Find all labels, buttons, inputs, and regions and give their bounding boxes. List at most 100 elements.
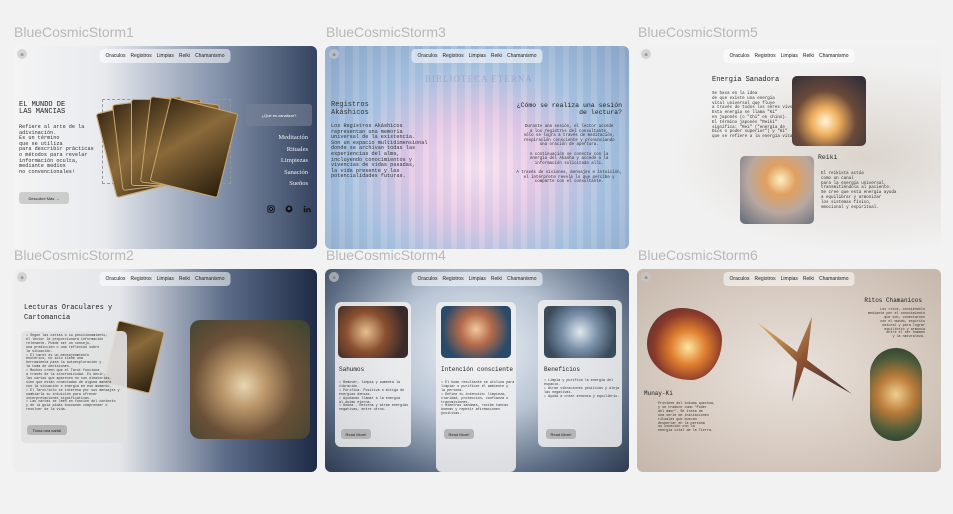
nav-limpias[interactable]: Limpias [781, 53, 798, 59]
nav-reiki[interactable]: Reiki [491, 276, 502, 282]
page-title: Registros Akáshicos [331, 101, 369, 117]
frame-label-4: BlueCosmicStorm4 [326, 247, 446, 263]
card-text: • Limpia y purifica la energía del espac… [544, 379, 620, 399]
munay-ki-text: Proviene del idioma quechua, y se traduc… [658, 402, 715, 434]
nav-limpias[interactable]: Limpias [469, 276, 486, 282]
top-nav: Oraculos Registros Limpias Reiki Chamani… [99, 272, 231, 286]
frame-bluecosmicstorm5[interactable]: ⊕ Oraculos Registros Limpias Reiki Chama… [637, 46, 941, 249]
frame-label-6: BlueCosmicStorm6 [638, 247, 758, 263]
library-watermark: BIBLIOTECA ETERNA [425, 74, 533, 84]
logo-icon[interactable]: ⊕ [17, 272, 27, 282]
nav-reiki[interactable]: Reiki [179, 276, 190, 282]
shaman-cross-image [757, 317, 852, 402]
link-sanacion[interactable]: Sanación [278, 167, 308, 179]
ritual-dance-image [870, 348, 922, 441]
nav-chamanismo[interactable]: Chamanismo [507, 276, 536, 282]
link-suenos[interactable]: Sueños [278, 178, 308, 190]
frame-bluecosmicstorm2[interactable]: ⊕ Oraculos Registros Limpias Reiki Chama… [13, 269, 317, 472]
github-icon[interactable] [285, 205, 293, 213]
card-beneficios: Beneficios • Limpia y purifica la energí… [538, 300, 622, 447]
session-text: Durante una sesión, el lector accede a l… [516, 125, 622, 185]
cartomancy-panel: • Según las cartas o su posicionamiento,… [21, 331, 127, 443]
nav-registros[interactable]: Registros [755, 276, 776, 282]
card-title: Sahumos [339, 366, 365, 373]
nav-oraculos[interactable]: Oraculos [418, 53, 438, 59]
nav-oraculos[interactable]: Oraculos [730, 53, 750, 59]
discover-button[interactable]: Descubre Más → [19, 192, 69, 204]
nav-limpias[interactable]: Limpias [157, 276, 174, 282]
nav-oraculos[interactable]: Oraculos [106, 53, 126, 59]
nav-registros[interactable]: Registros [131, 276, 152, 282]
link-rituales[interactable]: Rituales [278, 144, 308, 156]
read-more-button[interactable]: Read More! [444, 429, 474, 439]
munay-ki-title: Munay-Ki [644, 390, 673, 397]
page-title: Lecturas Oraculares y Cartomancia [24, 304, 113, 322]
shaman-fire-image [647, 308, 722, 380]
instagram-icon[interactable] [267, 205, 275, 213]
link-limpiezas[interactable]: Limpiezas [278, 155, 308, 167]
nav-chamanismo[interactable]: Chamanismo [819, 276, 848, 282]
card-sahumos: Sahumos • Remover, limpia y aumenta la v… [335, 302, 411, 447]
logo-icon[interactable]: ⊕ [329, 272, 339, 282]
card-text: • Remover, limpia y aumenta la vibración… [339, 381, 409, 413]
nav-registros[interactable]: Registros [755, 53, 776, 59]
card-text: • El humo resultante se utiliza para lim… [441, 381, 515, 417]
logo-icon[interactable]: ⊕ [641, 49, 651, 59]
top-nav: Oraculos Registros Limpias Reiki Chamani… [411, 272, 543, 286]
frame-bluecosmicstorm4[interactable]: ⊕ Oraculos Registros Limpias Reiki Chama… [325, 269, 629, 472]
read-more-button[interactable]: Read More! [546, 429, 576, 439]
frame-label-5: BlueCosmicStorm5 [638, 24, 758, 40]
nav-registros[interactable]: Registros [443, 276, 464, 282]
frame-label-2: BlueCosmicStorm2 [14, 247, 134, 263]
reiki-text-2: El reikista actúa como un canal para la … [821, 172, 897, 210]
nav-reiki[interactable]: Reiki [803, 53, 814, 59]
nav-registros[interactable]: Registros [131, 53, 152, 59]
frame-label-1: BlueCosmicStorm1 [14, 24, 134, 40]
read-more-button[interactable]: Read More! [341, 429, 371, 439]
page-title: EL MUNDO DE LAS MANCIAS [19, 101, 66, 116]
page-title: Energía Sanadora [712, 76, 780, 84]
reiki-text: Se basa en la idea de que existe una ene… [712, 92, 798, 140]
beneficios-image [544, 306, 616, 358]
draw-card-button[interactable]: Toma una carta! [27, 425, 67, 435]
nav-reiki[interactable]: Reiki [179, 53, 190, 59]
intro-text: Refiere al arte de la adivinación. Es un… [19, 124, 94, 175]
reiki-session-image [740, 156, 814, 224]
frame-bluecosmicstorm6[interactable]: ⊕ Oraculos Registros Limpias Reiki Chama… [637, 269, 941, 472]
nav-oraculos[interactable]: Oraculos [418, 276, 438, 282]
ritos-text: Los ritos, consiéndolo mediante por el c… [868, 308, 925, 340]
nav-registros[interactable]: Registros [443, 53, 464, 59]
frame-bluecosmicstorm1[interactable]: ⊕ Oraculos Registros Limpias Reiki Chama… [13, 46, 317, 249]
cartomancy-text: • Según las cartas o su posicionamiento,… [26, 334, 120, 413]
nav-chamanismo[interactable]: Chamanismo [507, 53, 536, 59]
reiki-subtitle: Reiki [818, 154, 838, 161]
intencion-image [441, 306, 511, 358]
session-heading: ¿Cómo se realiza una sesión de lectura? [516, 102, 622, 116]
top-nav: Oraculos Registros Limpias Reiki Chamani… [411, 49, 543, 63]
frame-label-3: BlueCosmicStorm3 [326, 24, 446, 40]
akashic-text: Los Registros Akáshicos representan una … [331, 123, 428, 180]
nav-chamanismo[interactable]: Chamanismo [195, 276, 224, 282]
top-nav: Oraculos Registros Limpias Reiki Chamani… [99, 49, 231, 63]
divination-image [190, 320, 310, 439]
nav-limpias[interactable]: Limpias [157, 53, 174, 59]
link-meditacion[interactable]: Meditación [278, 132, 308, 144]
nav-oraculos[interactable]: Oraculos [106, 276, 126, 282]
nav-limpias[interactable]: Limpias [469, 53, 486, 59]
nav-chamanismo[interactable]: Chamanismo [195, 53, 224, 59]
nav-reiki[interactable]: Reiki [803, 276, 814, 282]
logo-icon[interactable]: ⊕ [329, 49, 339, 59]
nav-reiki[interactable]: Reiki [491, 53, 502, 59]
card-title: Intención consciente [441, 366, 514, 373]
top-nav: Oraculos Registros Limpias Reiki Chamani… [723, 49, 855, 63]
nav-limpias[interactable]: Limpias [781, 276, 798, 282]
canalizar-button[interactable]: ¿Qué es canalizar? [246, 104, 312, 126]
frame-bluecosmicstorm3[interactable]: ⊕ Oraculos Registros Limpias Reiki Chama… [325, 46, 629, 249]
linkedin-icon[interactable] [303, 205, 311, 213]
top-nav: Oraculos Registros Limpias Reiki Chamani… [723, 272, 855, 286]
sahumos-image [338, 306, 408, 358]
logo-icon[interactable]: ⊕ [17, 49, 27, 59]
nav-chamanismo[interactable]: Chamanismo [819, 53, 848, 59]
logo-icon[interactable]: ⊕ [641, 272, 651, 282]
nav-oraculos[interactable]: Oraculos [730, 276, 750, 282]
